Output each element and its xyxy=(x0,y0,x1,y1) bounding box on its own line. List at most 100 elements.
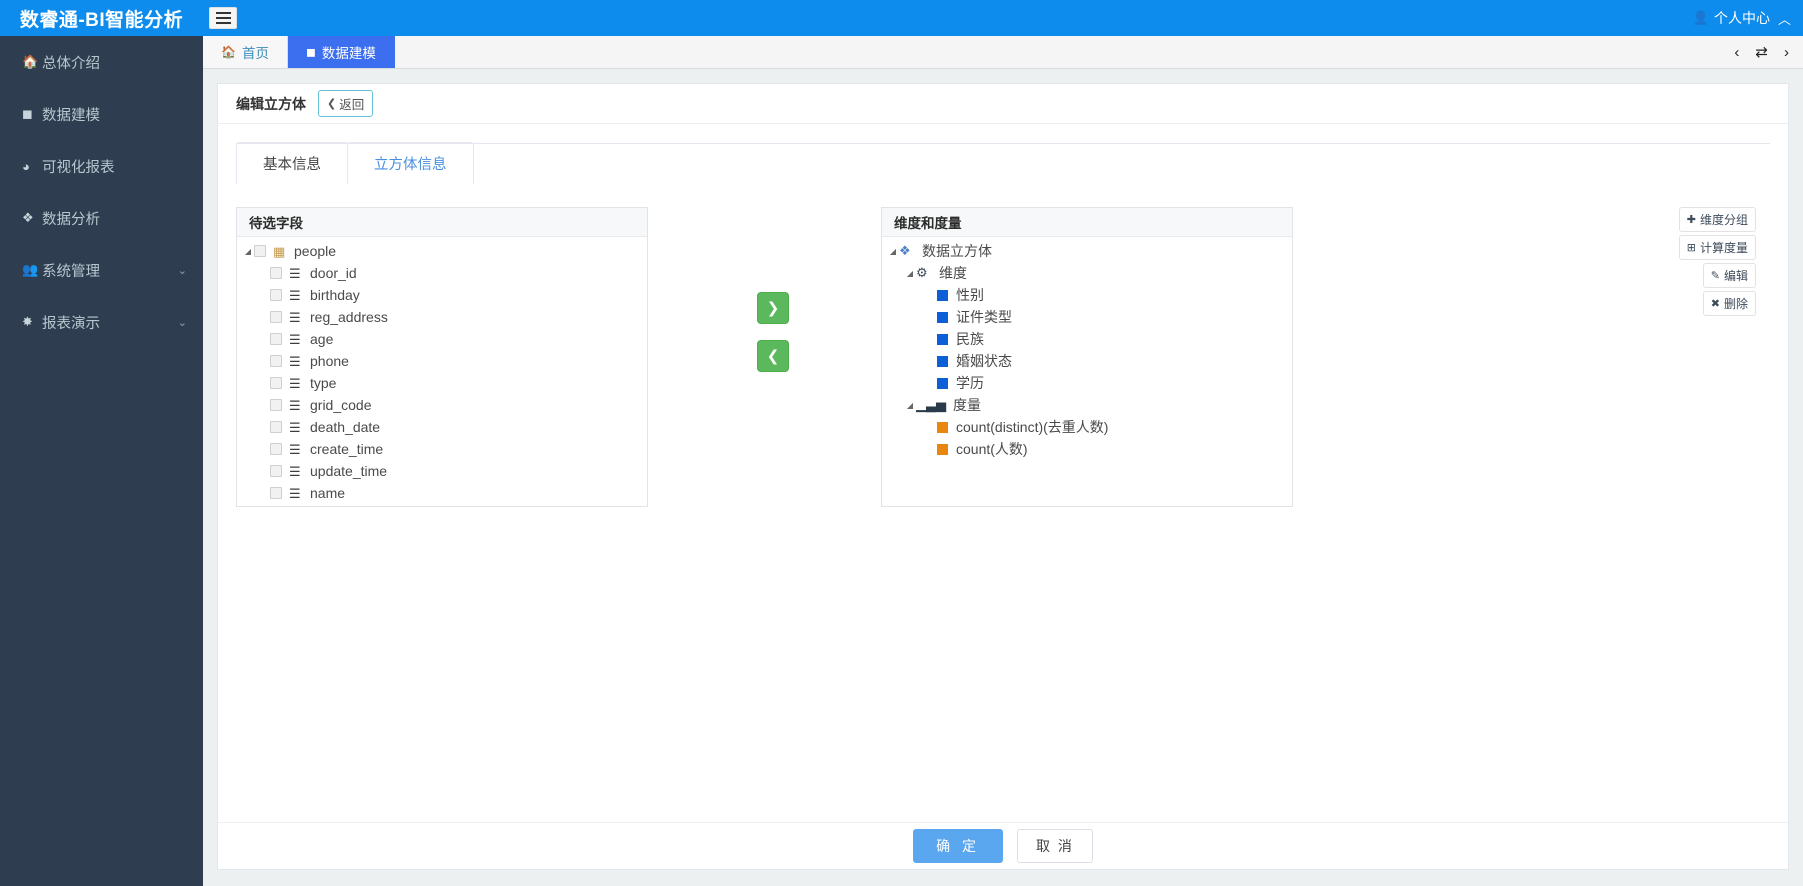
sidebar-item-visual-report[interactable]: ◕ 可视化报表 xyxy=(0,140,203,192)
row-checkbox[interactable] xyxy=(270,289,282,301)
delete-button[interactable]: ✖ 删除 xyxy=(1702,291,1756,316)
cancel-button[interactable]: 取 消 xyxy=(1017,829,1093,863)
tree-node-people[interactable]: ◢ ▦ people xyxy=(237,240,647,262)
tree-node-label: 维度 xyxy=(939,265,967,281)
tree-node-field[interactable]: ☰ door_id xyxy=(237,262,647,284)
tree-node-label: count(人数) xyxy=(956,441,1028,457)
field-icon: ☰ xyxy=(289,287,301,303)
tree-node-field[interactable]: ☰ birthday xyxy=(237,284,647,306)
field-icon: ☰ xyxy=(289,309,301,325)
sidebar-item-data-modeling[interactable]: ◼ 数据建模 xyxy=(0,88,203,140)
tree-node-measures[interactable]: ◢ ▁▃▅ 度量 xyxy=(882,394,1292,416)
tree-node-label: 数据立方体 xyxy=(922,243,992,259)
field-icon: ☰ xyxy=(289,331,301,347)
tree-node-label: door_id xyxy=(310,265,357,281)
row-checkbox[interactable] xyxy=(270,465,282,477)
tree-node-door[interactable]: ◢ ▦ door xyxy=(237,504,647,506)
chevron-down-icon: ⌄ xyxy=(177,264,187,277)
sidebar-item-system-management[interactable]: 👥 系统管理 ⌄ xyxy=(0,244,203,296)
field-icon: ☰ xyxy=(289,485,301,501)
dimension-item[interactable]: 民族 xyxy=(882,328,1292,350)
row-checkbox[interactable] xyxy=(270,267,282,279)
tree-node-field[interactable]: ☰ name xyxy=(237,482,647,504)
edit-button[interactable]: ✎ 编辑 xyxy=(1702,263,1756,288)
field-icon: ☰ xyxy=(289,441,301,457)
tree-node-label: reg_address xyxy=(310,309,388,325)
hamburger-icon xyxy=(215,12,231,14)
sidebar-item-label: 数据分析 xyxy=(42,211,100,228)
content-area: 编辑立方体 ❮ 返回 基本信息 立方体信息 待选字段 ◢ ▦ people ☰ … xyxy=(203,69,1803,886)
row-checkbox[interactable] xyxy=(254,245,266,257)
tree-node-data-cube[interactable]: ◢ ❖ 数据立方体 xyxy=(882,240,1292,262)
row-checkbox[interactable] xyxy=(270,487,282,499)
dimension-item[interactable]: 证件类型 xyxy=(882,306,1292,328)
tab-basic-info[interactable]: 基本信息 xyxy=(236,142,348,184)
dimension-item[interactable]: 学历 xyxy=(882,372,1292,394)
row-checkbox[interactable] xyxy=(270,421,282,433)
tab-cube-info[interactable]: 立方体信息 xyxy=(347,142,474,184)
tree-node-field[interactable]: ☰ create_time xyxy=(237,438,647,460)
sidebar-item-data-analysis[interactable]: ❖ 数据分析 xyxy=(0,192,203,244)
table-icon: ▦ xyxy=(273,243,286,259)
row-checkbox[interactable] xyxy=(270,399,282,411)
tree-node-field[interactable]: ☰ update_time xyxy=(237,460,647,482)
expand-triangle-icon[interactable]: ◢ xyxy=(887,247,899,256)
inner-tab-bar: 基本信息 立方体信息 xyxy=(236,142,1788,184)
tree-node-field[interactable]: ☰ reg_address xyxy=(237,306,647,328)
sidebar-toggle-button[interactable] xyxy=(209,7,237,29)
user-center-button[interactable]: 👤 个人中心 ︿ xyxy=(1693,8,1803,28)
dimension-swatch-icon xyxy=(937,333,948,345)
tree-node-label: people xyxy=(294,243,337,259)
field-icon: ☰ xyxy=(289,463,301,479)
tab-label: 立方体信息 xyxy=(374,157,447,173)
tree-node-label: name xyxy=(310,485,346,501)
sidebar-item-label: 可视化报表 xyxy=(42,159,115,176)
confirm-button[interactable]: 确 定 xyxy=(913,829,1003,863)
tree-node-field[interactable]: ☰ age xyxy=(237,328,647,350)
expand-triangle-icon[interactable]: ◢ xyxy=(904,269,916,278)
tab-home[interactable]: 🏠 首页 xyxy=(203,36,288,68)
move-right-button[interactable]: ❯ xyxy=(757,292,789,324)
tree-node-field[interactable]: ☰ death_date xyxy=(237,416,647,438)
calculated-measure-button[interactable]: ⊞ 计算度量 xyxy=(1678,235,1756,260)
field-icon: ☰ xyxy=(289,265,301,281)
dimensions-measures-title: 维度和度量 xyxy=(882,208,1292,237)
tab-swap-button[interactable]: ⇄ xyxy=(1755,43,1768,61)
measure-item[interactable]: count(人数) xyxy=(882,438,1292,460)
dimension-item[interactable]: 婚姻状态 xyxy=(882,350,1292,372)
inner-tab-divider xyxy=(236,143,1770,144)
tree-node-field[interactable]: ☰ type xyxy=(237,372,647,394)
tree-node-field[interactable]: ☰ grid_code xyxy=(237,394,647,416)
expand-triangle-icon[interactable]: ◢ xyxy=(242,247,254,256)
cubes-icon: ❖ xyxy=(899,243,911,258)
tree-node-label: 证件类型 xyxy=(956,309,1012,325)
row-checkbox[interactable] xyxy=(270,355,282,367)
tree-node-field[interactable]: ☰ phone xyxy=(237,350,647,372)
row-checkbox[interactable] xyxy=(270,333,282,345)
available-fields-title: 待选字段 xyxy=(237,208,647,237)
transfer-widget: 待选字段 ◢ ▦ people ☰ door_id ☰ birthday ☰ r… xyxy=(236,207,1770,527)
expand-triangle-icon[interactable]: ◢ xyxy=(904,401,916,410)
bar-chart-icon: ▁▃▅ xyxy=(916,397,946,412)
move-left-button[interactable]: ❮ xyxy=(757,340,789,372)
dimensions-measures-box: 维度和度量 ◢ ❖ 数据立方体 ◢ ⚙ 维度 性别 证件类型 民族 婚姻状态 学… xyxy=(881,207,1293,507)
main-area: 🏠 首页 ◼ 数据建模 ‹ ⇄ › 编辑立方体 ❮ 返回 基本信息 立方体信息 … xyxy=(203,36,1803,886)
measure-swatch-icon xyxy=(937,421,948,433)
sidebar-item-overview[interactable]: 🏠 总体介绍 xyxy=(0,36,203,88)
dimensions-measures-list: ◢ ❖ 数据立方体 ◢ ⚙ 维度 性别 证件类型 民族 婚姻状态 学历 ◢ ▁▃… xyxy=(882,237,1292,506)
measure-item[interactable]: count(distinct)(去重人数) xyxy=(882,416,1292,438)
row-checkbox[interactable] xyxy=(270,377,282,389)
row-checkbox[interactable] xyxy=(270,443,282,455)
gear-icon: ⚙ xyxy=(916,265,928,280)
dimension-item[interactable]: 性别 xyxy=(882,284,1292,306)
dimension-group-button[interactable]: ✚ 维度分组 xyxy=(1678,207,1756,232)
back-button-label: 返回 xyxy=(339,98,365,112)
tree-node-dimensions[interactable]: ◢ ⚙ 维度 xyxy=(882,262,1292,284)
sidebar-item-report-demo[interactable]: ✸ 报表演示 ⌄ xyxy=(0,296,203,348)
row-checkbox[interactable] xyxy=(270,311,282,323)
tab-data-modeling[interactable]: ◼ 数据建模 xyxy=(287,36,395,68)
tab-prev-button[interactable]: ‹ xyxy=(1734,44,1739,61)
available-fields-list: ◢ ▦ people ☰ door_id ☰ birthday ☰ reg_ad… xyxy=(237,237,647,506)
back-button[interactable]: ❮ 返回 xyxy=(318,90,374,117)
tab-next-button[interactable]: › xyxy=(1784,44,1789,61)
